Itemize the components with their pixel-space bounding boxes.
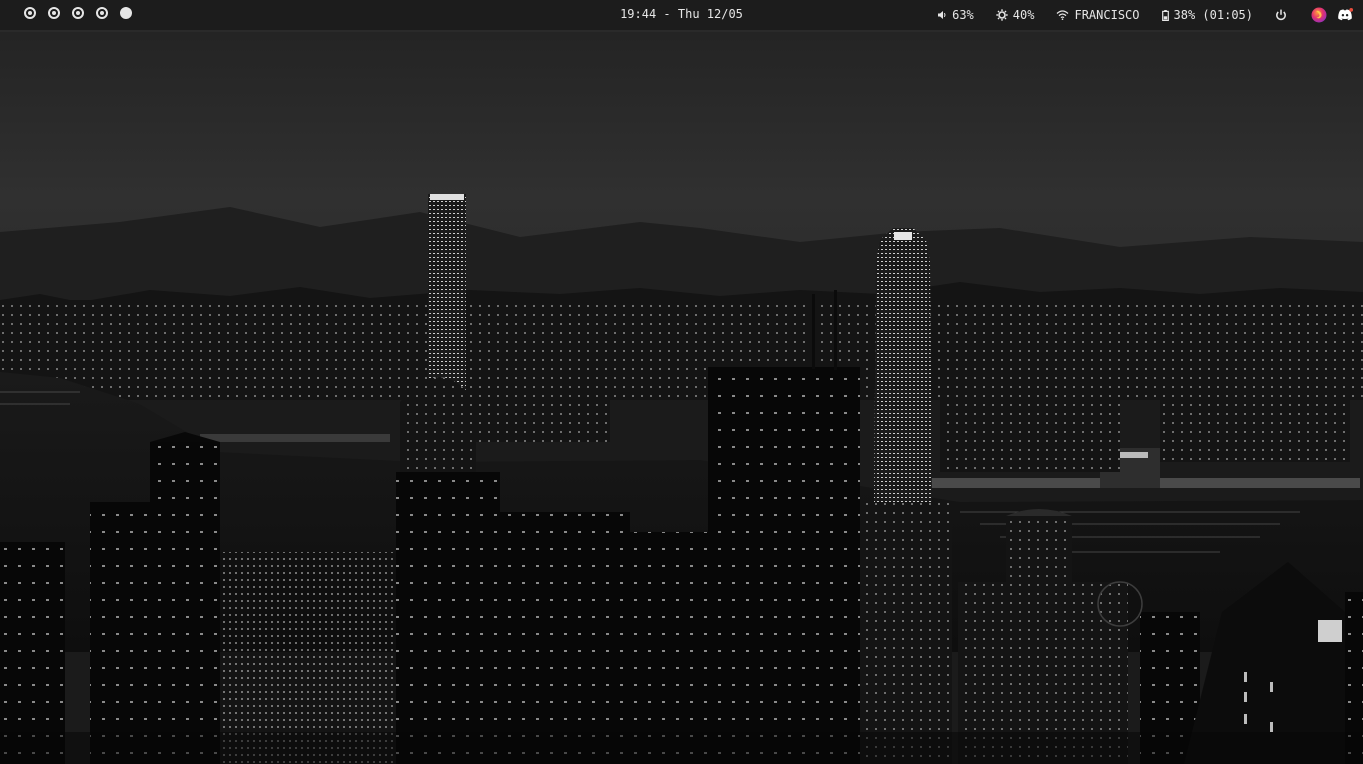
battery-icon [1161,9,1169,21]
workspace-4-button[interactable] [96,7,108,19]
clock-text[interactable]: 19:44 - Thu 12/05 [620,7,743,21]
desktop: 19:44 - Thu 12/05 63% 40% FRANCISCO 38% … [0,0,1363,764]
workspace-switcher [24,7,132,19]
top-bar: 19:44 - Thu 12/05 63% 40% FRANCISCO 38% … [0,0,1363,32]
brightness-module[interactable]: 40% [996,8,1035,22]
status-modules: 63% 40% FRANCISCO 38% (01:05) [937,6,1353,24]
firefox-tray-icon[interactable] [1311,7,1327,23]
city-night-wallpaper [0,32,1363,764]
battery-value: 38% (01:05) [1173,8,1253,22]
volume-module[interactable]: 63% [937,8,974,22]
network-ssid: FRANCISCO [1074,8,1140,22]
workspace-1-button[interactable] [24,7,36,19]
sun-icon [996,9,1008,21]
wifi-icon [1056,10,1069,20]
battery-module[interactable]: 38% (01:05) [1161,8,1253,22]
workspace-2-button[interactable] [48,7,60,19]
volume-value: 63% [952,8,974,22]
workspace-5-button[interactable] [120,7,132,19]
network-module[interactable]: FRANCISCO [1056,8,1140,22]
discord-tray-icon[interactable] [1337,7,1353,23]
workspace-3-button[interactable] [72,7,84,19]
power-button[interactable] [1275,9,1287,21]
speaker-icon [937,10,947,20]
power-icon [1275,9,1287,21]
brightness-value: 40% [1012,8,1035,22]
